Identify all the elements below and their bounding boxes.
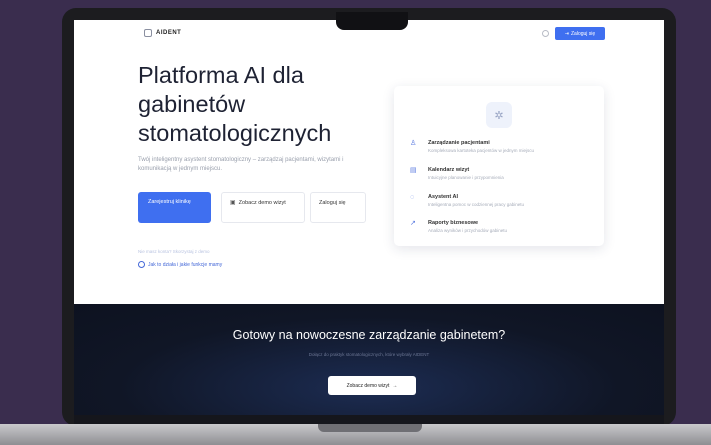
chart-icon: ↗ bbox=[410, 220, 416, 227]
feature-desc: Intuicyjne planowanie i przypomnienia bbox=[428, 175, 504, 180]
hero-title: Platforma AI dla gabinetów stomatologicz… bbox=[138, 61, 388, 148]
users-icon: ♙ bbox=[410, 140, 417, 147]
feature-desc: Kompleksowa kartoteka pacjentów w jednym… bbox=[428, 148, 535, 153]
cta-section: Gotowy na nowoczesne zarządzanie gabinet… bbox=[74, 304, 664, 424]
feature-desc: Analiza wyników i przychodów gabinetu bbox=[428, 228, 508, 233]
arrow-right-icon: → bbox=[392, 382, 398, 389]
feature-item: ♙ Zarządzanie pacjentami Kompleksowa kar… bbox=[410, 140, 534, 154]
brand-name: AIDENT bbox=[156, 30, 182, 36]
login-button[interactable]: ⇥ Zaloguj się bbox=[555, 27, 605, 40]
calendar-icon: ▤ bbox=[410, 167, 417, 174]
cta-title: Gotowy na nowoczesne zarządzanie gabinet… bbox=[232, 328, 506, 342]
chat-icon: ◌ bbox=[410, 194, 415, 201]
footer-strip bbox=[74, 415, 664, 424]
feature-item: ↗ Raporty biznesowe Analiza wyników i pr… bbox=[410, 220, 507, 234]
login-button-label: Zaloguj się bbox=[571, 30, 596, 37]
feature-item: ◌ Asystent AI Inteligentna pomoc w codzi… bbox=[410, 194, 524, 208]
calendar-icon: ▣ bbox=[230, 200, 236, 206]
hero-title-line: gabinetów bbox=[138, 91, 246, 117]
feature-item: ▤ Kalendarz wizyt Intuicyjne planowanie … bbox=[410, 167, 504, 181]
cta-button-label: Zobacz demo wizyt bbox=[346, 382, 390, 389]
demo-button-label: Zobacz demo wizyt bbox=[238, 200, 286, 206]
cta-demo-button[interactable]: Zobacz demo wizyt → bbox=[328, 376, 416, 395]
camera-notch bbox=[336, 12, 408, 30]
how-it-works-label: Jak to działa i jakie funkcje mamy bbox=[148, 261, 223, 268]
feature-title: Zarządzanie pacjentami bbox=[428, 140, 490, 146]
hero-title-line: Platforma AI dla bbox=[138, 62, 304, 88]
hero-login-button[interactable]: Zaloguj się bbox=[310, 192, 366, 223]
sun-icon[interactable] bbox=[542, 30, 549, 37]
feature-title: Asystent AI bbox=[428, 194, 459, 200]
brand-logo[interactable]: AIDENT bbox=[144, 29, 181, 37]
demo-note: Nie masz konta? Skorzystaj z demo bbox=[138, 249, 210, 254]
tooth-icon: ✲ bbox=[486, 102, 512, 128]
feature-title: Raporty biznesowe bbox=[428, 220, 479, 226]
feature-desc: Inteligentna pomoc w codziennej pracy ga… bbox=[428, 202, 525, 207]
register-clinic-button[interactable]: Zarejestruj klinikę bbox=[138, 192, 211, 223]
browser-viewport: AIDENT ⇥ Zaloguj się Platforma AI dla ga… bbox=[74, 20, 664, 424]
feature-title: Kalendarz wizyt bbox=[428, 167, 470, 173]
laptop-base-notch bbox=[318, 424, 422, 432]
cta-subtitle: Dołącz do praktyk stomatologicznych, któ… bbox=[308, 352, 430, 357]
login-icon: ⇥ bbox=[564, 30, 569, 37]
hero-title-line: stomatologicznych bbox=[138, 120, 332, 146]
hero-subtitle: Twój inteligentny asystent stomatologicz… bbox=[138, 157, 344, 172]
features-card: ✲ ♙ Zarządzanie pacjentami Kompleksowa k… bbox=[394, 86, 604, 246]
demo-button[interactable]: ▣ Zobacz demo wizyt bbox=[221, 192, 305, 223]
how-it-works-link[interactable]: Jak to działa i jakie funkcje mamy bbox=[138, 261, 222, 268]
tooth-logo-icon bbox=[144, 29, 152, 37]
info-icon bbox=[138, 261, 145, 268]
